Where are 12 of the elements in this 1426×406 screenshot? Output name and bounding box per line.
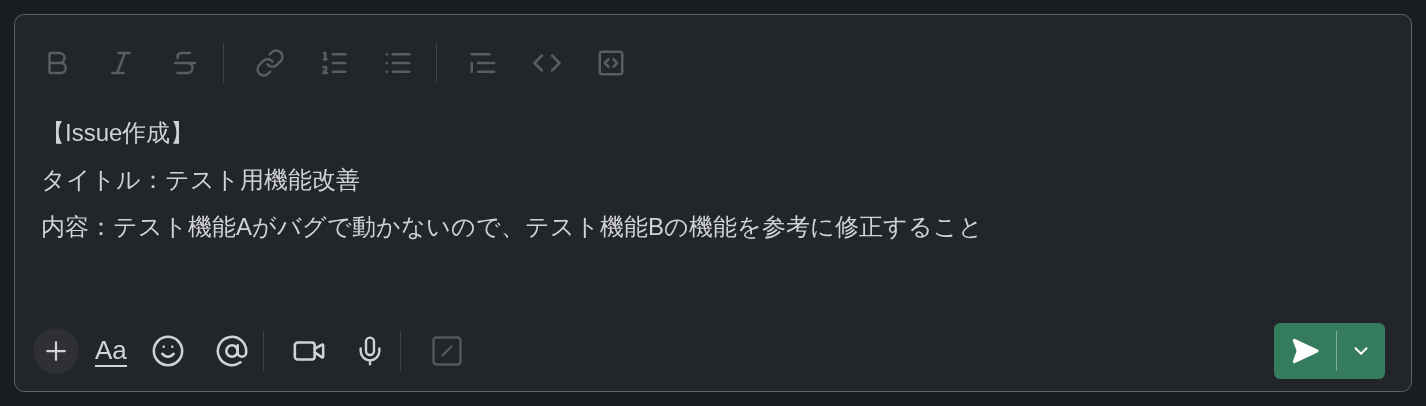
add-button[interactable] [33, 328, 79, 374]
text-format-button[interactable]: Aa [95, 335, 127, 367]
message-text-line: タイトル：テスト用機能改善 [41, 165, 361, 195]
send-icon [1290, 336, 1320, 366]
code-block-icon [596, 48, 626, 78]
at-sign-icon [214, 334, 249, 368]
message-text-line: 内容：テスト機能Aがバグで動かないので、テスト機能Bの機能を参考に修正すること [41, 212, 984, 242]
smiley-icon [150, 334, 185, 368]
link-icon [255, 48, 285, 78]
mention-button[interactable] [214, 334, 249, 368]
message-text-line: 【Issue作成】 [41, 118, 196, 148]
emoji-button[interactable] [150, 334, 185, 368]
